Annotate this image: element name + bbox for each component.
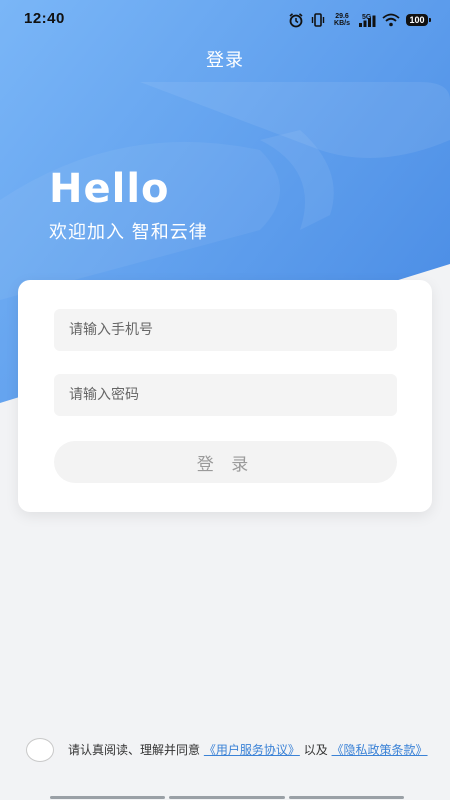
privacy-policy-link[interactable]: 《隐私政策条款》 (332, 743, 428, 757)
agreement-connector: 以及 (303, 743, 328, 757)
agreement-checkbox[interactable] (26, 738, 54, 762)
phone-input[interactable] (54, 309, 397, 351)
login-button[interactable]: 登 录 (54, 441, 397, 483)
signal-bars-icon (359, 15, 376, 27)
agreement-prefix: 请认真阅读、理解并同意 (68, 743, 201, 757)
network-speed-value: 29.6 (335, 13, 349, 20)
cellular-signal: 5G (358, 13, 376, 27)
login-card: 登 录 (18, 280, 432, 512)
network-speed: 29.6 KB/s (332, 13, 352, 27)
status-icons: 29.6 KB/s 5G 100 (288, 9, 431, 31)
network-speed-unit: KB/s (334, 20, 350, 27)
agreement-text: 请认真阅读、理解并同意 《用户服务协议》 以及 《隐私政策条款》 (68, 739, 428, 761)
vibrate-icon (311, 13, 325, 27)
status-bar: 12:40 29.6 KB/s 5G 100 (0, 0, 450, 40)
wifi-icon (382, 13, 400, 27)
alarm-icon (289, 13, 303, 28)
page-title: 登录 (206, 50, 244, 71)
hero-greeting: Hello (49, 166, 170, 212)
gesture-bar (50, 796, 404, 799)
gesture-bar-segment (50, 796, 166, 799)
password-input[interactable] (54, 374, 397, 416)
gesture-bar-segment (288, 796, 404, 799)
status-time: 12:40 (24, 10, 65, 27)
battery-indicator: 100 (406, 14, 431, 26)
service-agreement-link[interactable]: 《用户服务协议》 (204, 743, 300, 757)
gesture-bar-segment (169, 796, 285, 799)
hero-welcome-text: 欢迎加入 智和云律 (49, 222, 208, 243)
